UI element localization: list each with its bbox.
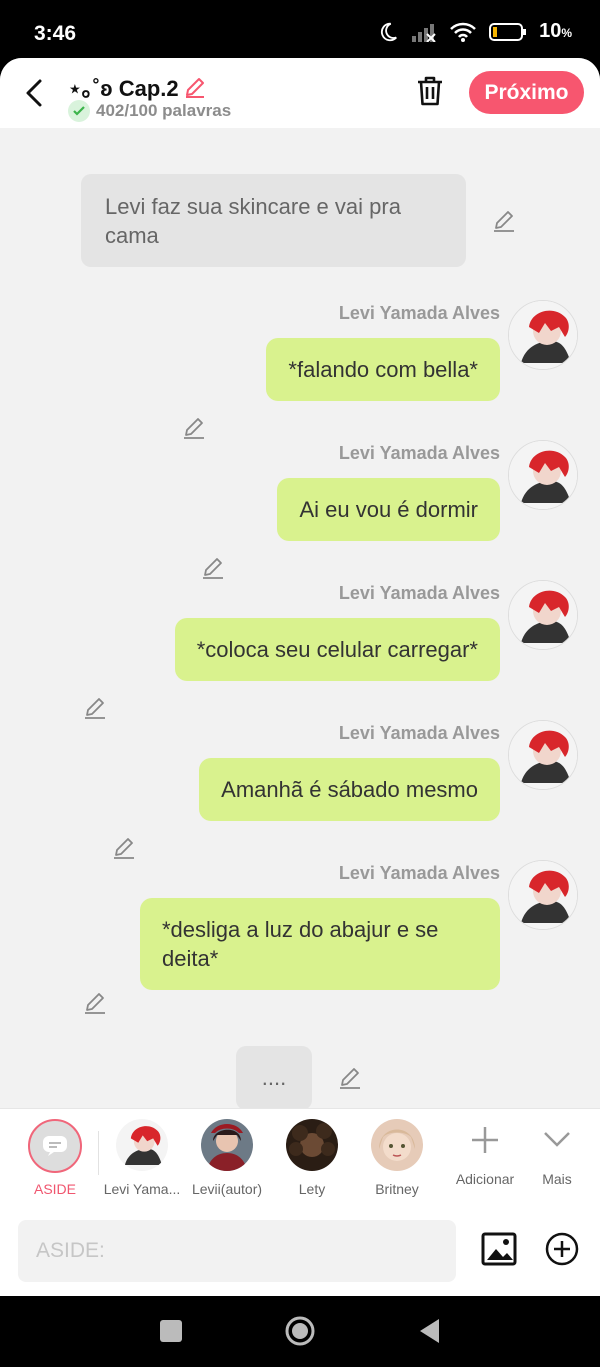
recent-apps-icon[interactable] [154,1314,188,1348]
home-icon[interactable] [283,1314,317,1348]
avatar[interactable] [508,720,578,790]
signal-icon [412,23,436,42]
chapter-editor: ⋆｡˚ʚ Cap.2 402/100 palavras Próximo Levi… [0,58,600,1296]
message-bubble[interactable]: *coloca seu celular carregar* [174,618,500,681]
edit-pencil-icon[interactable] [111,835,137,861]
battery-icon [489,22,527,41]
character-label: Mais [542,1171,572,1187]
edit-pencil-icon[interactable] [200,555,226,581]
add-circle-icon[interactable] [545,1232,579,1266]
avatar [201,1119,253,1171]
speaker-name: Levi Yamada Alves [338,443,500,463]
edit-pencil-icon[interactable] [337,1065,363,1091]
character-levii-autor[interactable]: Levii(autor) [192,1119,262,1197]
chevron-down-icon [544,1132,570,1147]
avatar[interactable] [508,440,578,510]
back-triangle-icon[interactable] [413,1314,447,1348]
battery-percent: 10% [539,20,572,42]
status-icons: 10% [377,20,572,43]
message-bubble[interactable]: *desliga a luz do abajur e se deita* [140,898,500,990]
avatar[interactable] [508,580,578,650]
divider [98,1131,99,1175]
character-levi[interactable]: Levi Yama... [104,1119,180,1197]
avatar[interactable] [508,300,578,370]
edit-pencil-icon[interactable] [491,208,517,234]
character-label: Levi Yama... [103,1181,181,1197]
edit-pencil-icon[interactable] [82,990,108,1016]
message-bubble[interactable]: Ai eu vou é dormir [277,478,500,541]
speaker-name: Levi Yamada Alves [338,863,500,883]
aside-icon [28,1119,82,1173]
system-nav-bar [0,1296,600,1367]
speaker-name: Levi Yamada Alves [338,583,500,603]
word-count-text: 402/100 palavras [96,101,232,120]
moon-icon [381,22,398,41]
character-label: Adicionar [455,1171,515,1187]
header: ⋆｡˚ʚ Cap.2 402/100 palavras Próximo [0,58,600,128]
character-label: Lety [298,1181,326,1197]
avatar[interactable] [508,860,578,930]
avatar [371,1119,423,1171]
character-label: ASIDE [33,1181,76,1197]
speaker-name: Levi Yamada Alves [338,303,500,323]
add-character-button[interactable]: Adicionar [455,1119,515,1187]
narration-bubble[interactable]: Levi faz sua skincare e vai pra cama [81,174,466,267]
message-bubble[interactable]: Amanhã é sábado mesmo [199,758,500,821]
character-label: Levii(autor) [191,1181,263,1197]
character-britney[interactable]: Britney [371,1119,423,1197]
character-lety[interactable]: Lety [286,1119,338,1197]
next-button[interactable]: Próximo [469,71,584,114]
word-count: 402/100 palavras [68,100,231,122]
input-bar [0,1206,600,1296]
image-icon[interactable] [481,1231,517,1267]
speaker-name: Levi Yamada Alves [338,723,500,743]
character-label: Britney [375,1181,419,1197]
edit-title-icon[interactable] [183,75,207,99]
character-aside[interactable]: ASIDE [28,1119,82,1197]
edit-pencil-icon[interactable] [82,695,108,721]
edit-pencil-icon[interactable] [181,415,207,441]
message-bubble[interactable]: *falando com bella* [266,338,500,401]
avatar [286,1119,338,1171]
check-icon [68,100,90,122]
plus-icon [472,1127,498,1153]
narration-bubble[interactable]: .... [236,1046,312,1110]
more-characters-button[interactable]: Mais [537,1119,577,1187]
status-time: 3:46 [34,22,77,45]
chapter-title[interactable]: ⋆｡˚ʚ Cap.2 [68,71,207,103]
chat-area[interactable]: Levi faz sua skincare e vai pra cama Lev… [0,128,600,1110]
trash-icon[interactable] [414,75,446,107]
avatar [116,1119,168,1171]
character-bar: ASIDE Levi Yama... Levii(autor) Lety Bri… [0,1108,600,1206]
back-arrow-icon[interactable] [22,78,48,108]
chapter-title-text: ⋆｡˚ʚ Cap.2 [68,76,179,101]
message-input[interactable] [18,1220,456,1282]
wifi-icon [450,22,476,42]
